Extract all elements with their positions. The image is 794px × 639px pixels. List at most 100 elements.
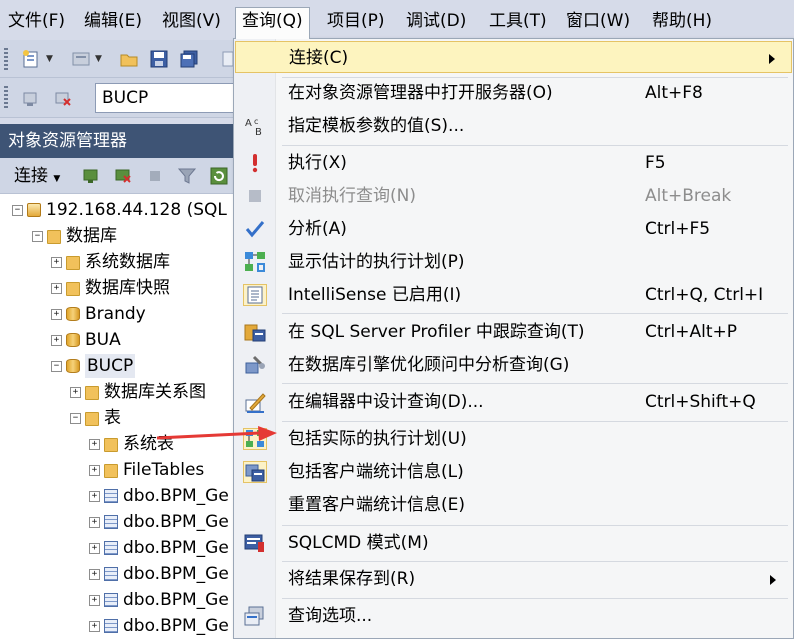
- table-icon: [104, 489, 118, 503]
- folder-icon: [85, 386, 99, 400]
- standard-toolbar: ▼ ▼: [0, 40, 240, 78]
- tree-node-server[interactable]: − 192.168.44.128 (SQL: [12, 198, 227, 222]
- database-engine-query-icon[interactable]: [70, 48, 92, 70]
- menu-item-open-server-in-object-explorer[interactable]: 在对象资源管理器中打开服务器(O) Alt+F8: [235, 77, 792, 109]
- menu-edit[interactable]: 编辑(E): [78, 8, 148, 36]
- collapse-icon[interactable]: −: [32, 230, 43, 242]
- expand-icon[interactable]: +: [89, 620, 100, 632]
- tree-node-filetables[interactable]: + FileTables: [89, 458, 204, 482]
- menu-debug[interactable]: 调试(D): [400, 8, 472, 36]
- menu-query[interactable]: 查询(Q): [235, 7, 310, 39]
- intellisense-icon: [243, 284, 267, 306]
- menu-item-intellisense-enabled[interactable]: IntelliSense 已启用(I) Ctrl+Q, Ctrl+I: [235, 279, 792, 311]
- toolbar-grip[interactable]: [4, 48, 8, 70]
- tree-node-table[interactable]: + dbo.BPM_Ge: [89, 614, 229, 638]
- sql-editor-toolbar: BUCP: [0, 78, 240, 118]
- change-connection-icon[interactable]: [52, 87, 74, 109]
- menu-help[interactable]: 帮助(H): [646, 8, 718, 36]
- menu-view[interactable]: 视图(V): [156, 8, 227, 36]
- menu-item-shortcut: Ctrl+Shift+Q: [645, 392, 756, 412]
- tree-node-table[interactable]: + dbo.BPM_Ge: [89, 484, 229, 508]
- menu-tools[interactable]: 工具(T): [483, 8, 553, 36]
- tree-node-table[interactable]: + dbo.BPM_Ge: [89, 510, 229, 534]
- tree-node-database-diagrams[interactable]: + 数据库关系图: [70, 380, 206, 404]
- tree-node-brandy[interactable]: + Brandy: [51, 302, 146, 326]
- refresh-icon[interactable]: [208, 165, 230, 187]
- menu-item-reset-client-statistics[interactable]: 重置客户端统计信息(E): [235, 489, 792, 521]
- open-folder-icon[interactable]: [118, 48, 140, 70]
- connect-icon[interactable]: [20, 87, 42, 109]
- menu-item-save-results-to[interactable]: 将结果保存到(R): [235, 563, 792, 595]
- tree-node-table[interactable]: + dbo.BPM_Ge: [89, 588, 229, 612]
- menu-item-specify-template-parameters[interactable]: ABc 指定模板参数的值(S)...: [235, 110, 792, 142]
- tree-node-system-databases[interactable]: + 系统数据库: [51, 250, 170, 274]
- expand-icon[interactable]: +: [89, 516, 100, 528]
- expand-icon[interactable]: +: [89, 464, 100, 476]
- expand-icon[interactable]: +: [89, 438, 100, 450]
- submenu-arrow-icon: [769, 54, 775, 64]
- save-all-icon[interactable]: [178, 48, 200, 70]
- menu-item-label: 指定模板参数的值(S)...: [288, 116, 465, 136]
- menu-separator: [282, 561, 788, 562]
- menu-item-trace-in-profiler[interactable]: 在 SQL Server Profiler 中跟踪查询(T) Ctrl+Alt+…: [235, 316, 792, 348]
- tree-node-tables[interactable]: − 表: [70, 406, 121, 430]
- tree-node-label: dbo.BPM_Ge: [123, 486, 229, 506]
- menu-item-label: 将结果保存到(R): [288, 569, 416, 589]
- toolbar-grip[interactable]: [4, 86, 8, 108]
- expand-icon[interactable]: +: [89, 542, 100, 554]
- menu-project[interactable]: 项目(P): [321, 8, 391, 36]
- stop-icon[interactable]: [144, 165, 166, 187]
- menu-item-label: 显示估计的执行计划(P): [288, 252, 465, 272]
- menu-item-execute[interactable]: 执行(X) F5: [235, 147, 792, 179]
- expand-icon[interactable]: +: [89, 594, 100, 606]
- tree-node-table[interactable]: + dbo.BPM_Ge: [89, 562, 229, 586]
- new-query-icon[interactable]: [20, 48, 42, 70]
- object-explorer-title: 对象资源管理器: [0, 124, 240, 158]
- menu-item-display-estimated-plan[interactable]: 显示估计的执行计划(P): [235, 246, 792, 278]
- tree-node-table[interactable]: + dbo.BPM_Ge: [89, 536, 229, 560]
- menu-item-label: 包括实际的执行计划(U): [288, 429, 467, 449]
- database-icon: [66, 307, 80, 321]
- menu-item-label: 取消执行查询(N): [288, 186, 416, 206]
- menu-bar: 文件(F) 编辑(E) 视图(V) 查询(Q) 项目(P) 调试(D) 工具(T…: [0, 0, 794, 40]
- menu-item-sqlcmd-mode[interactable]: SQLCMD 模式(M): [235, 527, 792, 559]
- menu-item-analyze-in-tuning-advisor[interactable]: 在数据库引擎优化顾问中分析查询(G): [235, 349, 792, 381]
- expand-icon[interactable]: +: [89, 490, 100, 502]
- menu-item-label: 在编辑器中设计查询(D)...: [288, 392, 484, 412]
- tree-node-database-snapshots[interactable]: + 数据库快照: [51, 276, 170, 300]
- expand-icon[interactable]: +: [51, 334, 62, 346]
- tree-node-bua[interactable]: + BUA: [51, 328, 121, 352]
- expand-icon[interactable]: +: [51, 256, 62, 268]
- chevron-down-icon[interactable]: ▼: [95, 54, 102, 64]
- menu-item-label: SQLCMD 模式(M): [288, 533, 429, 553]
- menu-item-include-client-statistics[interactable]: 包括客户端统计信息(L): [235, 456, 792, 488]
- menu-item-parse[interactable]: 分析(A) Ctrl+F5: [235, 213, 792, 245]
- expand-icon[interactable]: +: [51, 282, 62, 294]
- tree-node-bucp[interactable]: − BUCP: [51, 354, 136, 378]
- filter-icon[interactable]: [176, 165, 198, 187]
- connect-object-icon[interactable]: [80, 165, 102, 187]
- available-databases-combo[interactable]: BUCP: [95, 83, 240, 113]
- connect-dropdown-button[interactable]: 连接 ▼: [14, 164, 60, 191]
- menu-item-cancel-execution[interactable]: 取消执行查询(N) Alt+Break: [235, 180, 792, 212]
- menu-separator: [282, 598, 788, 599]
- menu-file[interactable]: 文件(F): [2, 8, 71, 36]
- menu-item-design-query-in-editor[interactable]: 在编辑器中设计查询(D)... Ctrl+Shift+Q: [235, 386, 792, 418]
- tree-node-databases[interactable]: − 数据库: [32, 224, 117, 248]
- collapse-icon[interactable]: −: [12, 204, 23, 216]
- collapse-icon[interactable]: −: [70, 412, 81, 424]
- collapse-icon[interactable]: −: [51, 360, 62, 372]
- sqlcmd-icon: [243, 532, 267, 554]
- chevron-down-icon[interactable]: ▼: [46, 54, 53, 64]
- submenu-arrow-icon: [770, 575, 776, 585]
- expand-icon[interactable]: +: [70, 386, 81, 398]
- folder-icon: [66, 256, 80, 270]
- save-icon[interactable]: [148, 48, 170, 70]
- menu-item-connect[interactable]: 连接(C): [235, 41, 792, 73]
- disconnect-icon[interactable]: [112, 165, 134, 187]
- menu-item-query-options[interactable]: 查询选项...: [235, 600, 792, 632]
- expand-icon[interactable]: +: [51, 308, 62, 320]
- menu-window[interactable]: 窗口(W): [560, 8, 636, 36]
- menu-item-include-actual-execution-plan[interactable]: 包括实际的执行计划(U): [235, 423, 792, 455]
- expand-icon[interactable]: +: [89, 568, 100, 580]
